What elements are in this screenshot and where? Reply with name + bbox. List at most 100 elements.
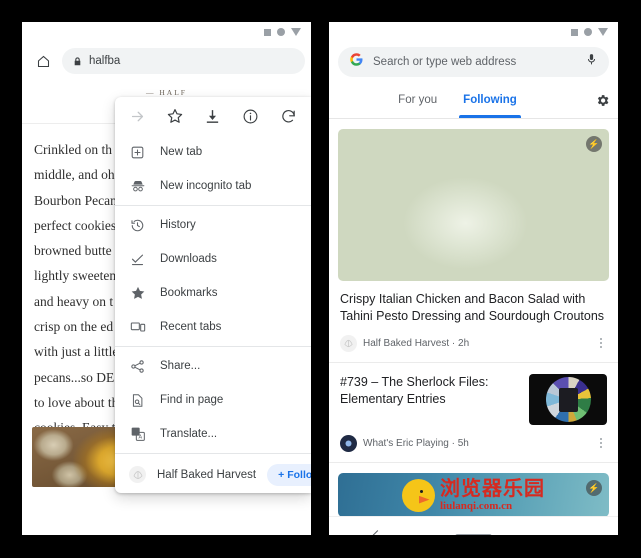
menu-divider <box>115 346 311 347</box>
menu-item-label: Share... <box>160 360 201 372</box>
menu-item-translate[interactable]: A Translate... <box>115 417 311 451</box>
watermark-url: liulanqi.com.cn <box>440 499 513 512</box>
gear-icon[interactable] <box>586 82 618 118</box>
home-gesture-pill[interactable] <box>425 533 521 535</box>
url-text: halfba <box>89 55 121 67</box>
google-g-icon <box>349 52 364 72</box>
article-feed[interactable]: ⚡ Crispy Italian Chicken and Bacon Salad… <box>329 119 618 516</box>
screenshot-stage: halfba — HALF H A R Crinkled on th middl… <box>0 0 641 558</box>
incognito-icon <box>129 178 146 195</box>
history-icon <box>129 217 146 234</box>
menu-item-downloads[interactable]: Downloads <box>115 242 311 276</box>
url-bar[interactable]: halfba <box>62 48 305 74</box>
publisher-favicon <box>340 434 357 452</box>
right-status-bar <box>329 22 618 42</box>
svg-text:A: A <box>138 434 142 440</box>
browser-toolbar: halfba <box>22 42 311 80</box>
menu-divider <box>115 205 311 206</box>
watermark-text: 浏览器乐园 liulanqi.com.cn <box>440 479 545 512</box>
menu-item-label: New tab <box>160 146 203 158</box>
translate-icon: A <box>129 426 146 443</box>
menu-item-label: Downloads <box>160 253 217 265</box>
thumbnail-core <box>558 387 578 412</box>
triangle-down-icon <box>291 28 301 36</box>
card-publisher: What's Eric Playing · 5h <box>363 437 469 449</box>
back-chevron-icon <box>370 529 384 535</box>
square-icon <box>264 28 271 36</box>
card-title: Crispy Italian Chicken and Bacon Salad w… <box>340 292 605 323</box>
menu-item-share[interactable]: Share... <box>115 349 311 383</box>
feed-card[interactable]: ⚡ Crispy Italian Chicken and Bacon Salad… <box>329 129 618 363</box>
back-button[interactable] <box>329 529 425 535</box>
page-info-icon[interactable] <box>237 102 265 130</box>
site-watermark: 浏览器乐园 liulanqi.com.cn <box>338 473 609 516</box>
circle-icon <box>277 28 285 36</box>
feed-tabs: For you Following <box>329 82 618 119</box>
new-tab-icon <box>129 144 146 161</box>
card-more-options-icon[interactable] <box>593 434 609 452</box>
card-image: ⚡ 浏览器乐园 liulanqi.com.cn <box>338 473 609 516</box>
home-icon[interactable] <box>28 46 58 76</box>
feed-card[interactable]: ⚡ 浏览器乐园 liulanqi.com.cn <box>329 473 618 516</box>
menu-item-bookmarks[interactable]: Bookmarks <box>115 276 311 310</box>
menu-item-history[interactable]: History <box>115 208 311 242</box>
search-input[interactable]: Search or type web address <box>338 47 609 77</box>
menu-item-new-incognito-tab[interactable]: New incognito tab <box>115 169 311 203</box>
menu-item-find-in-page[interactable]: Find in page <box>115 383 311 417</box>
left-status-bar <box>22 22 311 42</box>
card-meta: What's Eric Playing · 5h <box>329 425 618 462</box>
feed-card[interactable]: #739 – The Sherlock Files: Elementary En… <box>329 363 618 463</box>
menu-item-label: Find in page <box>160 394 224 406</box>
ntp-search-bar: Search or type web address <box>329 42 618 82</box>
menu-quick-actions <box>115 97 311 135</box>
find-in-page-icon <box>129 392 146 409</box>
recent-tabs-icon <box>129 319 146 336</box>
menu-item-label: History <box>160 219 196 231</box>
forward-arrow-icon[interactable] <box>124 102 152 130</box>
search-placeholder: Search or type web address <box>373 56 517 68</box>
microphone-icon[interactable] <box>585 52 598 72</box>
menu-item-new-tab[interactable]: New tab <box>115 135 311 169</box>
lock-icon <box>74 56 81 65</box>
menu-item-recent-tabs[interactable]: Recent tabs <box>115 310 311 344</box>
web-page-content: — HALF H A R Crinkled on th middle, and … <box>22 80 311 535</box>
download-icon[interactable] <box>199 102 227 130</box>
site-favicon <box>129 466 146 483</box>
menu-follow-row: Half Baked Harvest + Follow <box>115 456 311 493</box>
amp-badge-icon: ⚡ <box>586 136 602 152</box>
thumbnail-artwork <box>545 377 591 422</box>
share-icon <box>129 358 146 375</box>
bookmark-star-icon[interactable] <box>161 102 189 130</box>
card-publisher: Half Baked Harvest · 2h <box>363 337 470 349</box>
downloads-icon <box>129 251 146 268</box>
right-phone-screen: Search or type web address For you Follo… <box>329 22 618 535</box>
square-icon <box>571 28 578 36</box>
menu-item-label: New incognito tab <box>160 180 252 192</box>
watermark-duck-icon <box>402 478 435 512</box>
left-phone-screen: halfba — HALF H A R Crinkled on th middl… <box>22 22 311 535</box>
menu-divider <box>115 453 311 454</box>
follow-button-label: Follow <box>287 468 311 481</box>
follow-plus-icon: + <box>278 468 285 481</box>
right-android-navbar <box>329 516 618 535</box>
site-kicker: — HALF <box>146 87 187 97</box>
tab-label: For you <box>398 94 438 106</box>
watermark-chinese: 浏览器乐园 <box>440 477 545 500</box>
card-title: #739 – The Sherlock Files: Elementary En… <box>340 375 489 406</box>
menu-item-label: Translate... <box>160 428 218 440</box>
reload-icon[interactable] <box>274 102 302 130</box>
follow-button[interactable]: + Follow <box>267 463 311 486</box>
card-thumbnail <box>529 374 607 425</box>
triangle-down-icon <box>598 28 608 36</box>
bookmarks-star-icon <box>129 285 146 302</box>
follow-site-name: Half Baked Harvest <box>157 468 257 481</box>
menu-item-label: Bookmarks <box>160 287 218 299</box>
tab-for-you[interactable]: For you <box>385 82 450 118</box>
menu-item-label: Recent tabs <box>160 321 222 333</box>
card-image: ⚡ <box>338 129 609 281</box>
overflow-menu: New tab New incognito tab History Downlo… <box>115 97 311 493</box>
circle-icon <box>584 28 592 36</box>
tab-following[interactable]: Following <box>450 82 530 118</box>
card-row: #739 – The Sherlock Files: Elementary En… <box>329 363 618 425</box>
card-more-options-icon[interactable] <box>593 334 609 352</box>
